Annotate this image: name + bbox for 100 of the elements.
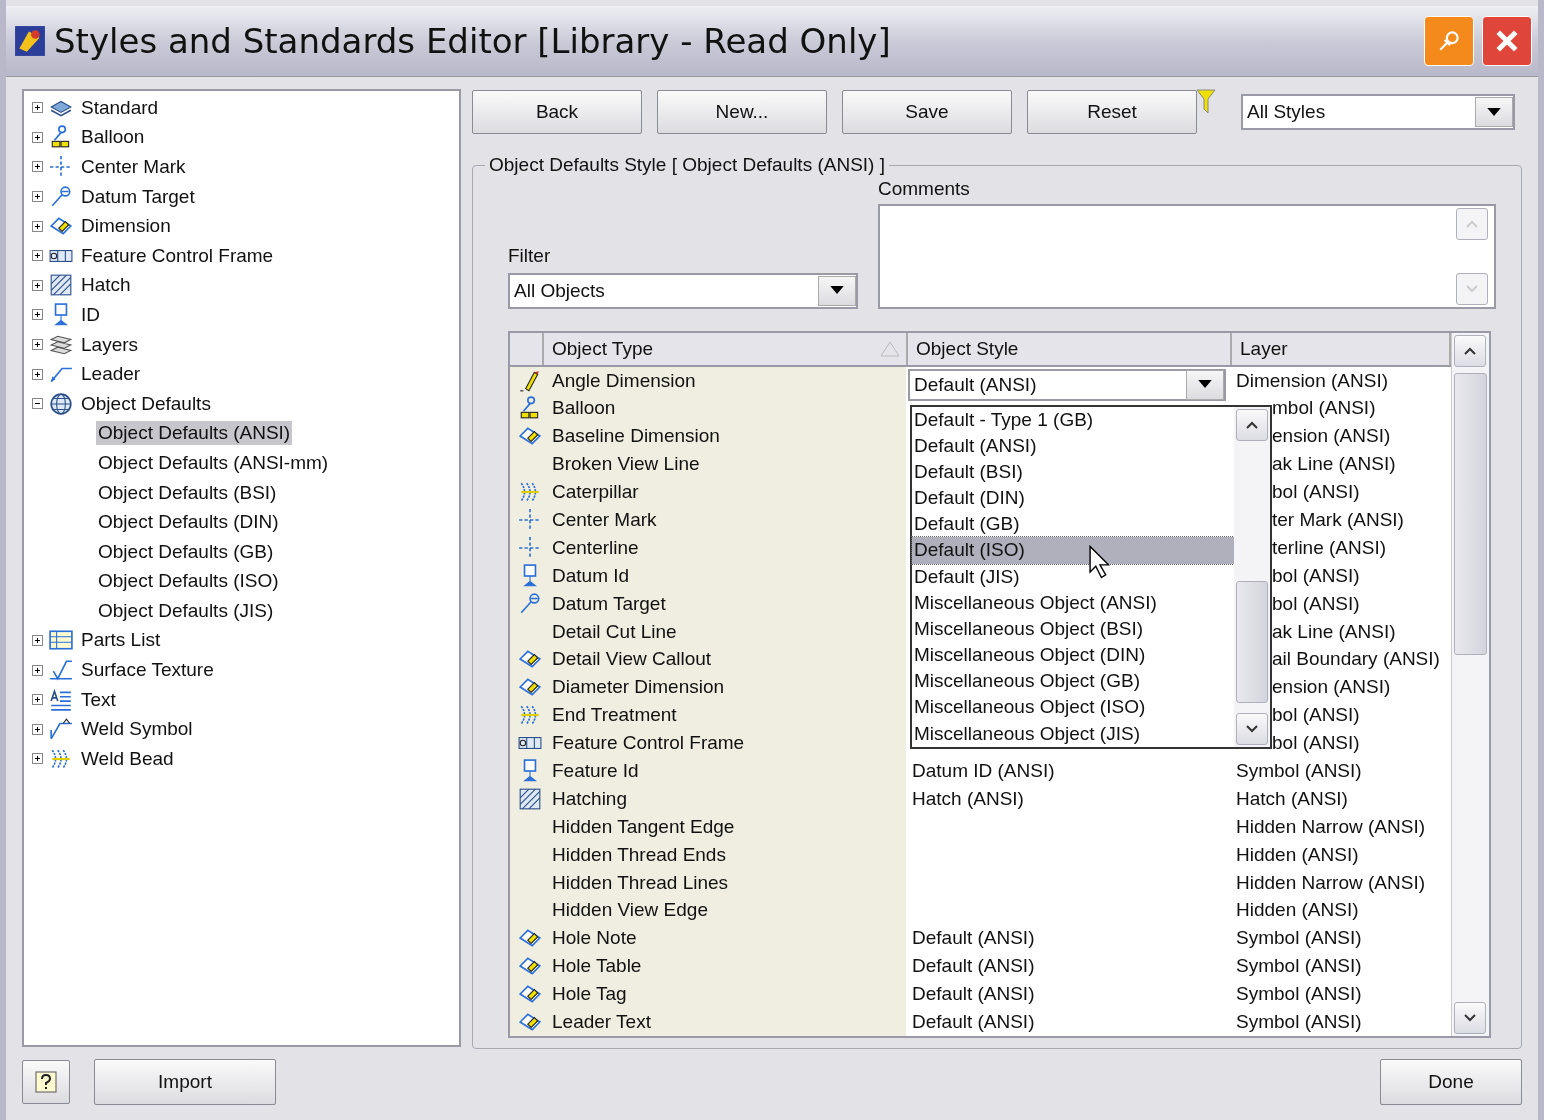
table-cell: Caterpillar bbox=[552, 481, 639, 504]
table-cell: ak Line (ANSI) bbox=[1272, 620, 1396, 643]
sort-icon bbox=[880, 340, 900, 357]
tree-item[interactable]: Object Defaults (ISO) bbox=[96, 569, 281, 594]
tree-item[interactable]: Datum Target bbox=[79, 184, 197, 209]
dropdown-option[interactable]: Miscellaneous Object (GB) bbox=[912, 668, 1234, 695]
scroll-bar[interactable] bbox=[1234, 406, 1270, 747]
table-cell: Feature Control Frame bbox=[552, 732, 745, 755]
table-cell: bol (ANSI) bbox=[1272, 704, 1360, 727]
table-cell: Hidden (ANSI) bbox=[1236, 843, 1359, 866]
scroll-bar[interactable] bbox=[1451, 332, 1489, 1036]
tree-item[interactable]: Text bbox=[79, 687, 118, 712]
surface-icon bbox=[49, 658, 73, 683]
table-cell: terline (ANSI) bbox=[1272, 536, 1387, 559]
tree-item[interactable]: Object Defaults bbox=[79, 391, 213, 416]
table-cell: Default (ANSI) bbox=[912, 1011, 1035, 1034]
globe-icon bbox=[49, 391, 73, 416]
tree-item[interactable]: Layers bbox=[79, 332, 141, 357]
dropdown-option[interactable]: Miscellaneous Object (ANSI) bbox=[912, 589, 1234, 616]
expand-icon[interactable] bbox=[32, 250, 43, 262]
pencil-icon bbox=[518, 368, 542, 393]
toolbar-button[interactable]: Back bbox=[472, 90, 642, 134]
tree-item[interactable]: Weld Bead bbox=[79, 746, 176, 771]
tree-item[interactable]: Leader bbox=[79, 362, 143, 387]
dropdown-option[interactable]: Miscellaneous Object (ISO) bbox=[912, 694, 1234, 721]
expand-icon[interactable] bbox=[32, 279, 43, 291]
table-cell: Default (ANSI) bbox=[912, 983, 1035, 1006]
tree-item[interactable]: Object Defaults (ANSI) bbox=[96, 421, 293, 446]
app-icon bbox=[14, 25, 46, 57]
tree-item[interactable]: Standard bbox=[79, 95, 161, 120]
toolbar-button[interactable]: Reset bbox=[1027, 90, 1197, 134]
table-cell: Hidden Narrow (ANSI) bbox=[1236, 871, 1425, 894]
tree-item[interactable]: Center Mark bbox=[79, 155, 188, 179]
expand-icon[interactable] bbox=[32, 753, 43, 765]
table-cell: Default (ANSI) bbox=[912, 955, 1035, 978]
expand-icon[interactable] bbox=[32, 635, 43, 646]
table-cell: Diameter Dimension bbox=[552, 676, 725, 699]
center-mark-icon bbox=[518, 535, 542, 560]
tree-item[interactable]: Feature Control Frame bbox=[79, 243, 276, 268]
table-cell: Hatch (ANSI) bbox=[1236, 787, 1348, 810]
dropdown-option[interactable]: Miscellaneous Object (DIN) bbox=[912, 642, 1234, 669]
dropdown-option[interactable]: Default (ISO) bbox=[912, 537, 1234, 564]
dropdown-option[interactable]: Default (GB) bbox=[912, 511, 1234, 538]
table-cell: Hidden Thread Ends bbox=[552, 843, 726, 866]
table-cell: bol (ANSI) bbox=[1272, 732, 1360, 755]
table-cell: Leader Text bbox=[552, 1011, 651, 1034]
tree-item[interactable]: Parts List bbox=[79, 628, 163, 653]
dropdown-option[interactable]: Default - Type 1 (GB) bbox=[912, 406, 1234, 433]
expand-icon[interactable] bbox=[32, 723, 43, 735]
column-header[interactable]: Object Style bbox=[908, 332, 1232, 365]
toolbar-button[interactable]: Save bbox=[842, 90, 1012, 134]
tree-item[interactable]: Hatch bbox=[79, 273, 133, 298]
tree-item[interactable]: Surface Texture bbox=[79, 658, 216, 683]
tree-item[interactable]: ID bbox=[79, 302, 102, 327]
expand-icon[interactable] bbox=[32, 368, 43, 380]
help-button[interactable] bbox=[22, 1060, 70, 1104]
table-cell: Baseline Dimension bbox=[552, 425, 720, 448]
tree-item[interactable]: Dimension bbox=[79, 214, 173, 239]
table-cell: ter Mark (ANSI) bbox=[1272, 509, 1404, 531]
expand-icon[interactable] bbox=[32, 694, 43, 706]
table-cell: Datum Id bbox=[552, 564, 630, 587]
table-cell: Datum Target bbox=[552, 592, 666, 615]
close-button[interactable] bbox=[1482, 16, 1532, 66]
comments-label: Comments bbox=[878, 178, 971, 200]
table-cell: Hidden View Edge bbox=[552, 899, 708, 922]
expand-icon[interactable] bbox=[32, 339, 43, 351]
dropdown-option[interactable]: Miscellaneous Object (JIS) bbox=[912, 720, 1234, 747]
table-cell: Hidden Tangent Edge bbox=[552, 815, 735, 838]
filter-dropdown[interactable]: All Objects bbox=[508, 272, 858, 309]
expand-icon[interactable] bbox=[32, 161, 43, 173]
tree-item[interactable]: Object Defaults (ANSI-mm) bbox=[96, 450, 331, 475]
table-cell: bol (ANSI) bbox=[1272, 564, 1360, 587]
tree-item[interactable]: Object Defaults (JIS) bbox=[96, 598, 276, 623]
expand-icon[interactable] bbox=[32, 220, 43, 232]
tree-item[interactable]: Balloon bbox=[79, 125, 147, 150]
tree-item[interactable]: Object Defaults (DIN) bbox=[96, 510, 281, 535]
dropdown-option[interactable]: Default (JIS) bbox=[912, 563, 1234, 590]
expand-icon[interactable] bbox=[32, 102, 43, 114]
dropdown-option[interactable]: Default (ANSI) bbox=[912, 432, 1234, 459]
column-header[interactable]: Object Type bbox=[544, 332, 908, 365]
import-button[interactable]: Import bbox=[94, 1059, 276, 1105]
expand-icon[interactable] bbox=[32, 309, 43, 321]
style-filter-dropdown[interactable]: All Styles bbox=[1241, 94, 1515, 130]
expand-icon[interactable] bbox=[32, 664, 43, 676]
tree-item[interactable]: Object Defaults (GB) bbox=[96, 539, 276, 564]
tree-item[interactable]: Object Defaults (BSI) bbox=[96, 480, 279, 505]
dropdown-option[interactable]: Miscellaneous Object (BSI) bbox=[912, 615, 1234, 643]
expand-icon[interactable] bbox=[32, 191, 43, 203]
style-dropdown[interactable]: Default (ANSI) bbox=[908, 368, 1226, 401]
weld-icon bbox=[49, 717, 73, 742]
collapse-icon[interactable] bbox=[32, 398, 43, 410]
table-cell: Detail View Callout bbox=[552, 648, 712, 671]
table-cell: Symbol (ANSI) bbox=[1236, 955, 1362, 978]
toolbar-button[interactable]: New... bbox=[657, 90, 827, 134]
dropdown-option[interactable]: Default (DIN) bbox=[912, 485, 1234, 512]
dropdown-option[interactable]: Default (BSI) bbox=[912, 458, 1234, 486]
tree-item[interactable]: Weld Symbol bbox=[79, 717, 195, 742]
table-cell: ak Line (ANSI) bbox=[1272, 453, 1396, 476]
expand-icon[interactable] bbox=[32, 131, 43, 143]
done-button[interactable]: Done bbox=[1380, 1059, 1522, 1105]
